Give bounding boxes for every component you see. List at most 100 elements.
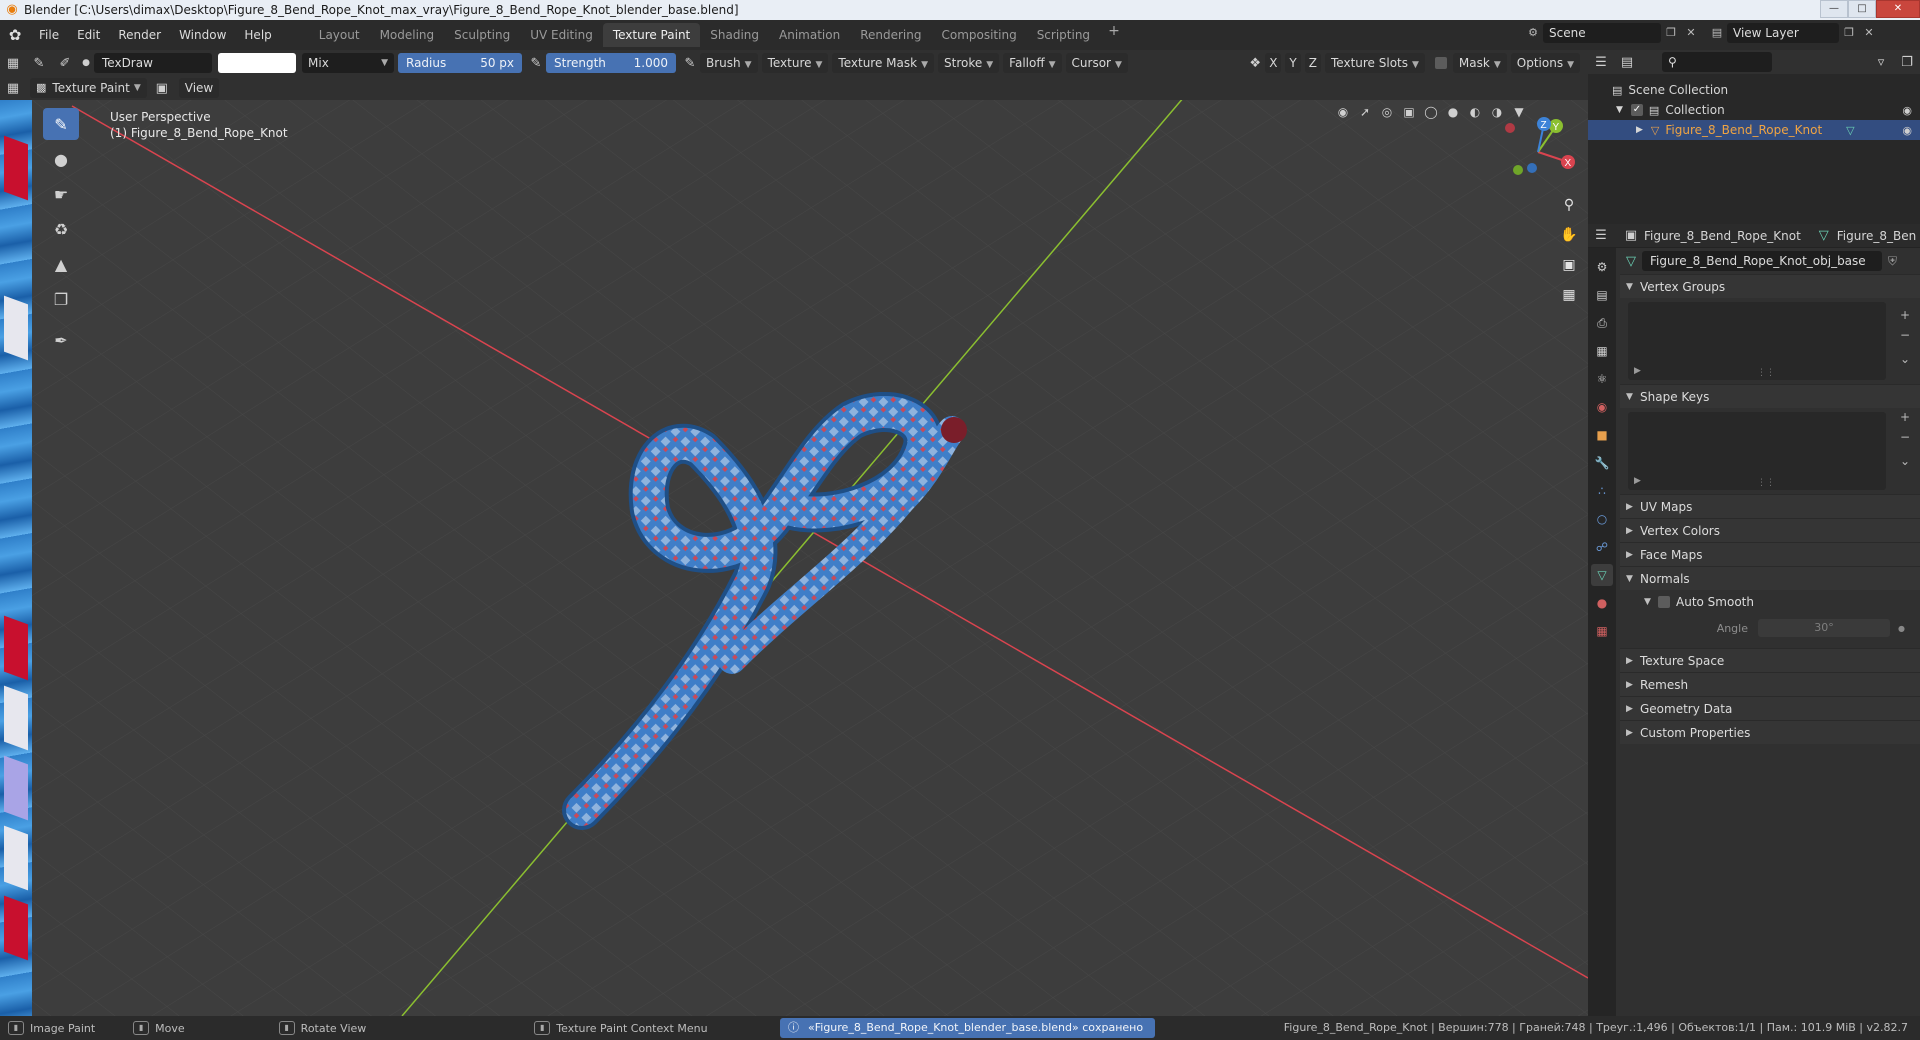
editor-type-icon[interactable]: ▦ <box>0 56 26 71</box>
new-collection-icon[interactable]: ❐ <box>1894 55 1920 70</box>
scene-name-field[interactable]: Scene <box>1543 23 1661 43</box>
maximize-button[interactable]: □ <box>1848 0 1876 18</box>
menu-help[interactable]: Help <box>235 20 280 50</box>
outliner-object-row[interactable]: ▶ ▽ Figure_8_Bend_Rope_Knot ▽ ◉ <box>1588 120 1920 140</box>
geometry-data-panel-header[interactable]: ▶ Geometry Data <box>1620 696 1920 720</box>
view-layer-icon[interactable]: ▤ <box>1707 23 1727 43</box>
mirror-y-toggle[interactable]: Y <box>1285 53 1301 73</box>
brush-settings-icon[interactable]: ✐ <box>52 56 78 71</box>
options-menu[interactable]: Options ▼ <box>1510 53 1580 73</box>
tab-scripting[interactable]: Scripting <box>1027 23 1100 47</box>
mesh-datablock-icon[interactable]: ▽ <box>1620 254 1642 269</box>
scene-icon[interactable]: ⚙ <box>1523 23 1543 43</box>
overlay-toggle-icon[interactable]: ◎ <box>1376 102 1398 122</box>
render-tab-icon[interactable]: ▤ <box>1591 284 1613 306</box>
expand-triangle-icon[interactable]: ▶ <box>1636 125 1643 135</box>
material-shading-icon[interactable]: ◐ <box>1464 102 1486 122</box>
delete-view-layer-icon[interactable]: ✕ <box>1859 23 1879 43</box>
smear-tool-icon[interactable]: ☛ <box>43 178 79 210</box>
list-resize-handle[interactable]: ⋮⋮ <box>1757 478 1775 488</box>
vertex-colors-panel-header[interactable]: ▶ Vertex Colors <box>1620 518 1920 542</box>
zoom-icon[interactable]: ⚲ <box>1556 192 1582 218</box>
save-report-message[interactable]: ⓘ «Figure_8_Bend_Rope_Knot_blender_base.b… <box>780 1018 1156 1038</box>
new-view-layer-icon[interactable]: ❐ <box>1839 23 1859 43</box>
list-expand-icon[interactable]: ▶ <box>1634 366 1641 376</box>
mask-menu[interactable]: Mask ▼ <box>1452 53 1507 73</box>
auto-smooth-subpanel[interactable]: ▼ Auto Smooth <box>1620 590 1920 614</box>
blend-mode-select[interactable]: Mix ▼ <box>302 53 394 73</box>
object-tab-icon[interactable]: ■ <box>1591 424 1613 446</box>
list-expand-icon[interactable]: ▶ <box>1634 476 1641 486</box>
tab-sculpting[interactable]: Sculpting <box>444 23 520 47</box>
modifiers-tab-icon[interactable]: 🔧 <box>1591 452 1613 474</box>
visibility-eye-icon[interactable]: ◉ <box>1902 124 1912 137</box>
outliner-editor-type-icon[interactable]: ☰ <box>1588 55 1614 70</box>
tab-rendering[interactable]: Rendering <box>850 23 931 47</box>
view-layer-field[interactable]: View Layer <box>1727 23 1839 43</box>
fill-tool-icon[interactable]: ▲ <box>43 248 79 280</box>
perspective-toggle-icon[interactable]: ▦ <box>1556 282 1582 308</box>
tab-uv-editing[interactable]: UV Editing <box>520 23 603 47</box>
display-mode-icon[interactable]: ▤ <box>1614 55 1640 70</box>
clone-tool-icon[interactable]: ♻ <box>43 213 79 245</box>
tab-animation[interactable]: Animation <box>769 23 850 47</box>
texture-space-panel-header[interactable]: ▶ Texture Space <box>1620 648 1920 672</box>
gizmo-neg-z-ball[interactable] <box>1527 163 1537 173</box>
3d-viewport[interactable]: User Perspective (1) Figure_8_Bend_Rope_… <box>32 100 1588 1016</box>
mode-select[interactable]: ▩ Texture Paint ▼ <box>30 78 147 98</box>
falloff-menu[interactable]: Falloff ▼ <box>1003 53 1062 73</box>
annotate-tool-icon[interactable]: ✒ <box>43 324 79 356</box>
navigation-gizmo[interactable]: X Y Z <box>1498 116 1578 186</box>
brush-menu[interactable]: Brush ▼ <box>700 53 758 73</box>
pan-hand-icon[interactable]: ✋ <box>1556 222 1582 248</box>
shape-keys-panel-header[interactable]: ▼ Shape Keys <box>1620 384 1920 408</box>
close-window-button[interactable]: ✕ <box>1876 0 1920 18</box>
soften-tool-icon[interactable]: ● <box>43 143 79 175</box>
new-scene-icon[interactable]: ❐ <box>1661 23 1681 43</box>
gizmo-neg-x-ball[interactable] <box>1505 123 1515 133</box>
outliner-collection[interactable]: ▼ ✓ ▤ Collection ◉ <box>1588 100 1920 120</box>
vertex-group-specials-icon[interactable]: ⌄ <box>1896 350 1914 368</box>
gizmo-neg-y-ball[interactable] <box>1513 165 1523 175</box>
filter-icon[interactable]: ▿ <box>1868 55 1894 70</box>
cursor-menu[interactable]: Cursor ▼ <box>1065 53 1128 73</box>
material-tab-icon[interactable]: ● <box>1591 592 1613 614</box>
scene-tab-icon[interactable]: ⚛ <box>1591 368 1613 390</box>
menu-file[interactable]: File <box>30 20 68 50</box>
visibility-icon[interactable]: ◉ <box>1332 102 1354 122</box>
camera-view-icon[interactable]: ▣ <box>1556 252 1582 278</box>
texture-mask-menu[interactable]: Texture Mask ▼ <box>832 53 934 73</box>
auto-smooth-checkbox[interactable] <box>1658 596 1670 608</box>
output-tab-icon[interactable]: ⎙ <box>1591 312 1613 334</box>
strength-pressure-icon[interactable]: ✎ <box>680 56 700 71</box>
particles-tab-icon[interactable]: ∴ <box>1591 480 1613 502</box>
tab-texture-paint[interactable]: Texture Paint <box>602 23 701 47</box>
menu-edit[interactable]: Edit <box>68 20 109 50</box>
normals-panel-header[interactable]: ▼ Normals <box>1620 566 1920 590</box>
face-maps-panel-header[interactable]: ▶ Face Maps <box>1620 542 1920 566</box>
stroke-menu[interactable]: Stroke ▼ <box>938 53 1000 73</box>
uv-maps-panel-header[interactable]: ▶ UV Maps <box>1620 494 1920 518</box>
delete-scene-icon[interactable]: ✕ <box>1681 23 1701 43</box>
tab-modeling[interactable]: Modeling <box>370 23 445 47</box>
toggle-toolbar-icon[interactable]: ▦ <box>0 81 26 96</box>
collapse-triangle-icon[interactable]: ▼ <box>1616 105 1623 115</box>
add-shape-key-button[interactable]: + <box>1896 408 1914 426</box>
remesh-panel-header[interactable]: ▶ Remesh <box>1620 672 1920 696</box>
blender-logo-icon[interactable]: ✿ <box>0 26 30 44</box>
texture-tab-icon[interactable]: ▦ <box>1591 620 1613 642</box>
mesh-data-tab-icon[interactable]: ▽ <box>1591 564 1613 586</box>
menu-window[interactable]: Window <box>170 20 235 50</box>
mirror-x-toggle[interactable]: X <box>1265 53 1282 73</box>
properties-editor-type-icon[interactable]: ☰ <box>1588 228 1614 243</box>
add-vertex-group-button[interactable]: + <box>1896 306 1914 324</box>
keyframe-dot-icon[interactable]: ● <box>1898 624 1905 633</box>
mesh-data-icon[interactable]: ▽ <box>1846 124 1854 137</box>
brush-name-field[interactable]: TexDraw <box>94 53 212 73</box>
xray-icon[interactable]: ▣ <box>1398 102 1420 122</box>
tool-brush-icon[interactable]: ✎ <box>26 56 52 71</box>
gizmo-toggle-icon[interactable]: ➚ <box>1354 102 1376 122</box>
collection-checkbox[interactable]: ✓ <box>1630 104 1643 116</box>
wireframe-shading-icon[interactable]: ◯ <box>1420 102 1442 122</box>
add-workspace-button[interactable]: + <box>1100 23 1128 47</box>
